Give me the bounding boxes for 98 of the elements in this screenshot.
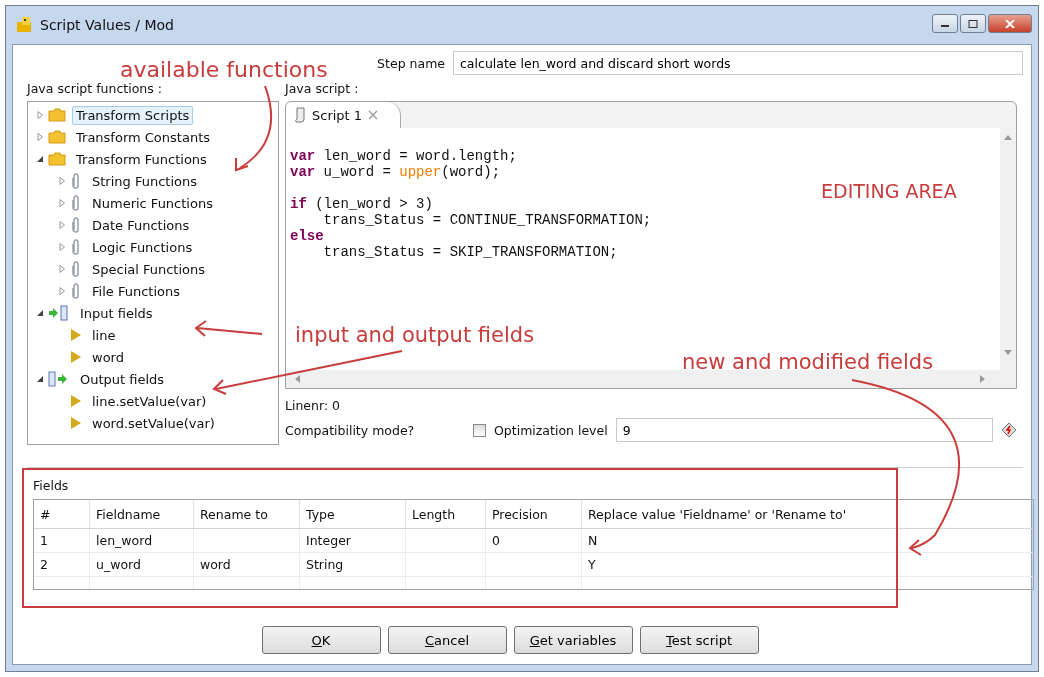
scroll-icon [294, 107, 306, 123]
expand-icon[interactable] [58, 287, 66, 295]
close-icon[interactable] [368, 110, 379, 120]
expand-icon[interactable] [58, 221, 66, 229]
code-line: if (len_word > 3) [290, 196, 434, 212]
collapse-icon[interactable] [36, 375, 44, 383]
annotation-arrow [194, 320, 263, 337]
paperclip-icon [70, 217, 82, 233]
table-cell: Integer [300, 529, 406, 552]
fields-label: Fields [33, 478, 70, 493]
table-cell: Y [582, 553, 898, 576]
annotation-text: available functions [120, 57, 328, 82]
line-number-label: Linenr: 0 [285, 398, 342, 413]
column-header[interactable]: # [34, 500, 90, 528]
left-arrow-icon[interactable] [294, 375, 300, 383]
optimization-field[interactable]: 9 [615, 418, 993, 442]
right-arrow-icon[interactable] [980, 375, 986, 383]
code-line: var u_word = upper(word); [290, 164, 502, 180]
table-cell: 2 [34, 553, 90, 576]
folder-icon [48, 152, 66, 166]
close-button[interactable] [988, 14, 1032, 33]
expand-icon[interactable] [58, 265, 66, 273]
input-fields-icon [48, 305, 70, 321]
paperclip-icon [70, 239, 82, 255]
annotation-text: new and modified fields [682, 350, 934, 374]
tree-item[interactable]: line [88, 325, 120, 345]
collapse-icon[interactable] [36, 155, 44, 163]
paperclip-icon [70, 283, 82, 299]
variable-icon[interactable] [1001, 422, 1017, 438]
app-icon [16, 16, 34, 34]
tree-item[interactable]: String Functions [88, 171, 201, 191]
collapse-icon[interactable] [36, 309, 44, 317]
expand-icon[interactable] [58, 177, 66, 185]
dialog-button[interactable]: OK [261, 626, 381, 654]
tree-item[interactable]: Transform Constants [72, 127, 214, 147]
expand-icon[interactable] [36, 111, 44, 119]
dialog-button[interactable]: Get variables [513, 626, 633, 654]
tree-item[interactable]: Transform Scripts [72, 105, 194, 125]
expand-icon[interactable] [36, 133, 44, 141]
paperclip-icon [70, 195, 82, 211]
expand-icon[interactable] [58, 243, 66, 251]
minimize-button[interactable] [932, 14, 958, 33]
tree-item[interactable]: Date Functions [88, 215, 194, 235]
down-arrow-icon[interactable] [1004, 350, 1012, 356]
tree-item[interactable]: word.setValue(var) [88, 413, 219, 433]
output-fields-icon [48, 371, 70, 387]
tree-item[interactable]: Logic Functions [88, 237, 197, 257]
compatibility-label: Compatibility mode? [285, 422, 416, 438]
script-tab[interactable]: Script 1 [286, 102, 402, 128]
up-arrow-icon[interactable] [1004, 134, 1012, 140]
folder-icon [48, 108, 66, 122]
step-name-field[interactable]: calculate len_word and discard short words [453, 51, 1023, 75]
tree-item[interactable]: Input fields [76, 303, 157, 323]
column-header[interactable]: Length [406, 500, 486, 528]
table-cell: len_word [90, 529, 194, 552]
paperclip-icon [70, 261, 82, 277]
tree-item[interactable]: Transform Functions [72, 149, 211, 169]
column-header[interactable]: Rename to [194, 500, 300, 528]
table-cell: 1 [34, 529, 90, 552]
tree-item[interactable]: word [88, 347, 128, 367]
code-line: trans_Status = SKIP_TRANSFORMATION; [322, 244, 619, 260]
dialog-button[interactable]: Test script [639, 626, 759, 654]
column-header[interactable]: Replace value 'Fieldname' or 'Rename to' [582, 500, 898, 528]
tree-item[interactable]: File Functions [88, 281, 184, 301]
step-name-label: Step name [377, 55, 445, 71]
optimization-label: Optimization level [494, 422, 608, 438]
dialog-button[interactable]: Cancel [387, 626, 507, 654]
tree-item[interactable]: Special Functions [88, 259, 210, 279]
column-header[interactable]: Fieldname [90, 500, 194, 528]
column-header[interactable]: Precision [486, 500, 582, 528]
triangle-icon [70, 328, 82, 342]
table-cell: N [582, 529, 898, 552]
folder-icon [48, 130, 66, 144]
code-line: trans_Status = CONTINUE_TRANSFORMATION; [323, 212, 653, 228]
annotation-text: input and output fields [295, 323, 535, 347]
column-header[interactable]: Type [300, 500, 406, 528]
code-line: else [290, 228, 325, 244]
triangle-icon [70, 350, 82, 364]
table-cell: word [194, 553, 300, 576]
triangle-icon [70, 416, 82, 430]
tree-item[interactable]: Numeric Functions [88, 193, 217, 213]
compatibility-checkbox[interactable] [473, 423, 486, 437]
table-cell: u_word [90, 553, 194, 576]
expand-icon[interactable] [58, 199, 66, 207]
maximize-button[interactable] [960, 14, 986, 33]
maximize-icon [968, 19, 978, 28]
tree-item[interactable]: Output fields [76, 369, 169, 389]
paperclip-icon [70, 173, 82, 189]
tree-item[interactable]: line.setValue(var) [88, 391, 211, 411]
panel-label: Java script : [285, 81, 360, 96]
table-cell: 0 [486, 529, 582, 552]
table-cell: String [300, 553, 406, 576]
close-icon [1005, 19, 1015, 28]
triangle-icon [70, 394, 82, 408]
annotation-text: EDITING AREA [821, 180, 957, 202]
window-title: Script Values / Mod [40, 17, 174, 33]
panel-label: Java script functions : [27, 81, 163, 96]
code-line: var len_word = word.length; [290, 148, 518, 164]
